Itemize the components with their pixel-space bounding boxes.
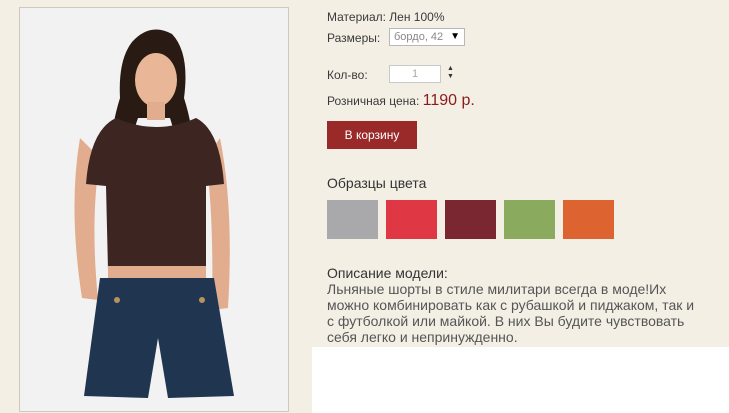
swatches-title: Образцы цвета: [327, 175, 427, 191]
price-row: Розничная цена: 1190 р.: [327, 92, 475, 110]
color-swatch-bordeaux[interactable]: [445, 200, 496, 239]
color-swatch-red[interactable]: [386, 200, 437, 239]
material-text: Материал: Лен 100%: [327, 10, 445, 24]
chevron-down-icon: ▼: [450, 31, 460, 42]
color-swatch-green[interactable]: [504, 200, 555, 239]
size-select-value: бордо, 42: [394, 31, 444, 43]
add-to-cart-button[interactable]: В корзину: [327, 121, 417, 149]
blank-area: [312, 347, 729, 413]
model-image: [20, 8, 288, 411]
qty-label: Кол-во:: [327, 68, 368, 82]
description-title: Описание модели:: [327, 265, 448, 281]
qty-input[interactable]: 1: [389, 65, 441, 83]
sizes-label: Размеры:: [327, 31, 381, 45]
qty-row: Кол-во: 1 ▲ ▼: [327, 65, 454, 83]
size-select[interactable]: бордо, 42 ▼: [389, 28, 465, 46]
product-photo: [19, 7, 289, 412]
description-text: Льняные шорты в стиле милитари всегда в …: [327, 281, 695, 345]
price-label: Розничная цена:: [327, 94, 420, 108]
price-value: 1190 р.: [422, 92, 475, 109]
color-swatch-orange[interactable]: [563, 200, 614, 239]
increment-icon[interactable]: ▲: [447, 65, 455, 73]
color-swatch-gray[interactable]: [327, 200, 378, 239]
decrement-icon[interactable]: ▼: [447, 73, 455, 81]
qty-stepper[interactable]: ▲ ▼: [447, 65, 455, 81]
sizes-row: Размеры: бордо, 42 ▼: [327, 28, 465, 46]
